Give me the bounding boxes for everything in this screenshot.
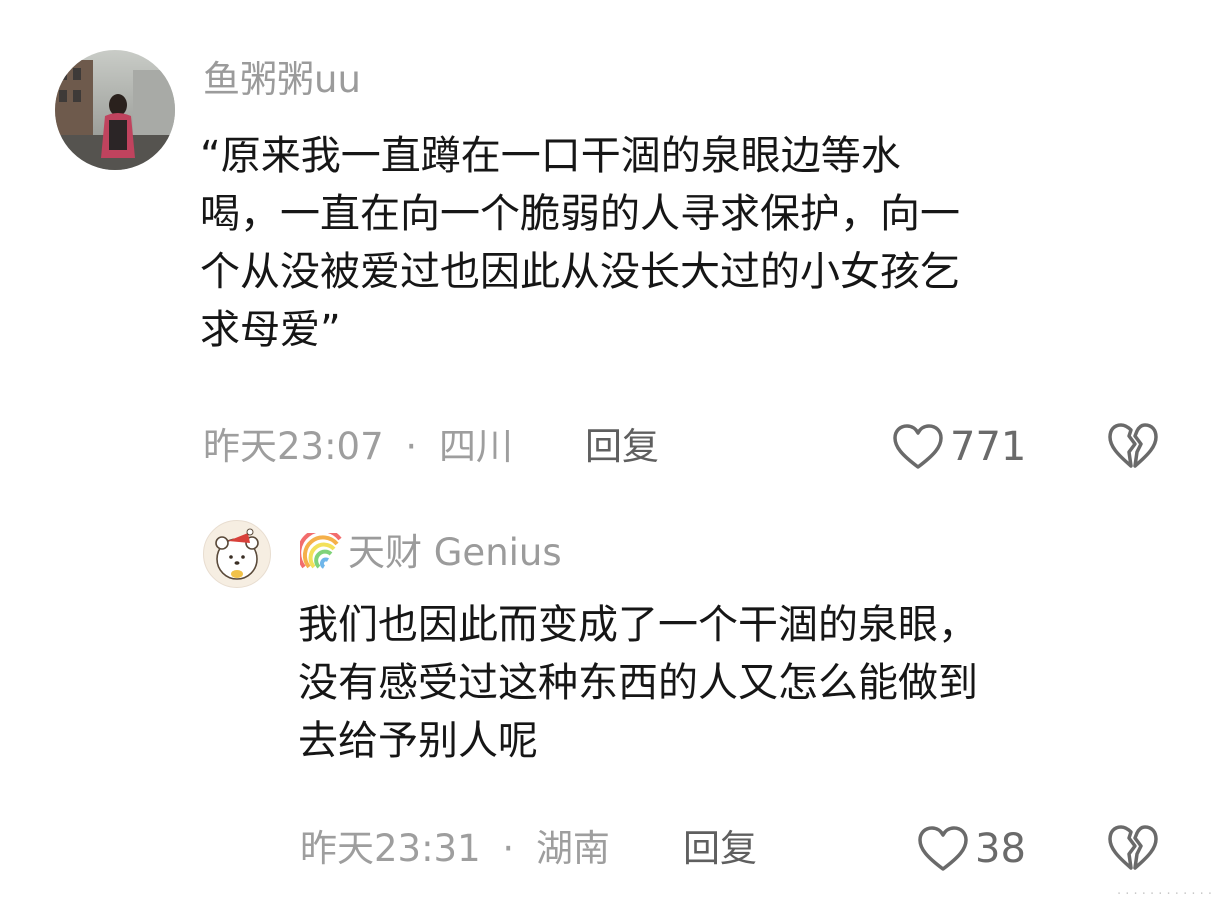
comment-meta: 昨天23:07 · 四川 xyxy=(203,424,513,470)
broken-heart-icon xyxy=(1108,423,1158,468)
heart-icon xyxy=(893,424,943,469)
dislike-button[interactable] xyxy=(1107,422,1159,474)
dislike-button[interactable] xyxy=(1107,824,1159,876)
like-button[interactable]: 38 xyxy=(917,824,1026,874)
user-avatar[interactable] xyxy=(203,520,271,588)
username[interactable]: 天财 Genius xyxy=(300,530,562,576)
reply-text: 我们也因此而变成了一个干涸的泉眼， 没有感受过这种东西的人又怎么能做到 去给予别… xyxy=(298,602,978,764)
reply-meta: 昨天23:31 · 湖南 xyxy=(300,826,610,872)
reply-time: 昨天23:31 xyxy=(300,827,481,870)
rainbow-icon xyxy=(300,533,342,569)
user-avatar[interactable] xyxy=(55,50,175,170)
like-count: 38 xyxy=(975,826,1026,872)
username[interactable]: 鱼粥粥uu xyxy=(203,58,361,102)
comment-time: 昨天23:07 xyxy=(203,425,384,468)
like-count: 771 xyxy=(950,424,1027,470)
comment-text: “原来我一直蹲在一口干涸的泉眼边等水 喝，一直在向一个脆弱的人寻求保护，向一 个… xyxy=(200,133,960,353)
meta-separator: · xyxy=(405,425,418,468)
photo-avatar-icon xyxy=(55,50,175,170)
watermark: · · · · · · · · · · · · xyxy=(1116,887,1212,902)
meta-separator: · xyxy=(502,827,515,870)
reply-button[interactable]: 回复 xyxy=(683,826,757,872)
broken-heart-icon xyxy=(1108,825,1158,870)
like-button[interactable]: 771 xyxy=(892,422,1026,472)
reply-button[interactable]: 回复 xyxy=(585,424,659,470)
reply-username-text: 天财 Genius xyxy=(348,531,562,574)
bear-avatar-icon xyxy=(215,528,259,580)
reply-location: 湖南 xyxy=(535,827,610,870)
comment-location: 四川 xyxy=(438,425,513,468)
heart-icon xyxy=(918,826,968,871)
